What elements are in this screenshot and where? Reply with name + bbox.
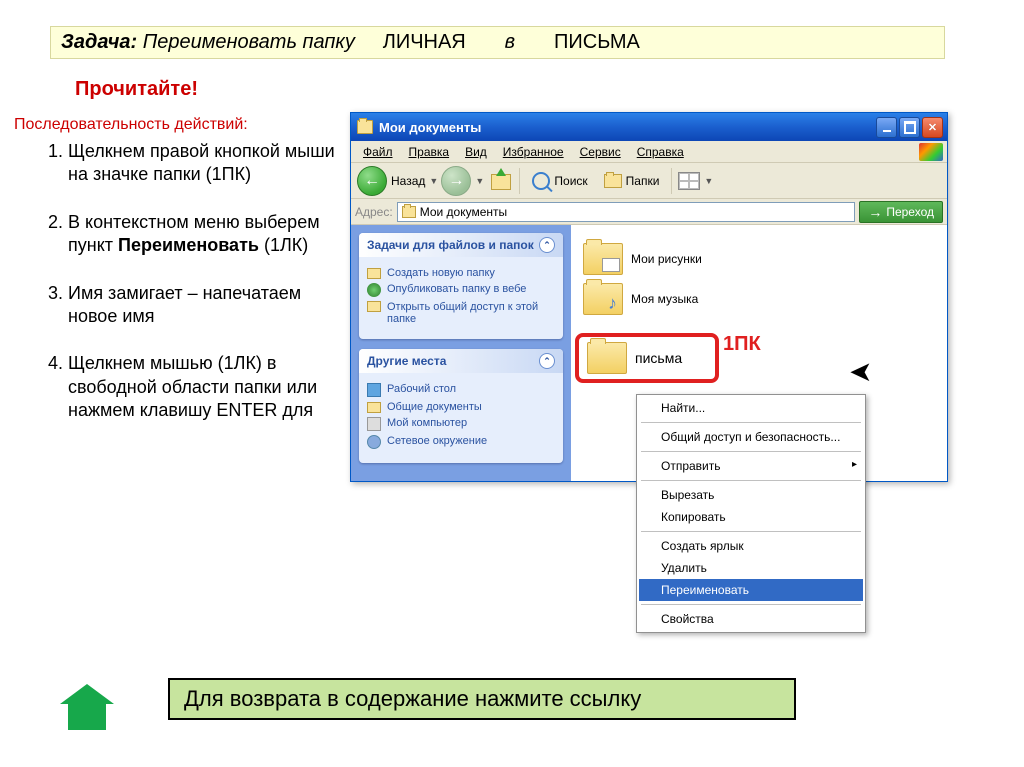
network-icon: [367, 435, 381, 449]
menu-favorites[interactable]: Избранное: [495, 143, 572, 161]
task-sep: в: [505, 31, 515, 53]
place-desktop[interactable]: Рабочий стол: [367, 383, 555, 397]
menu-help[interactable]: Справка: [629, 143, 692, 161]
home-icon[interactable]: [60, 684, 114, 732]
cm-security[interactable]: Общий доступ и безопасность...: [639, 426, 863, 448]
sequence-label: Последовательность действий:: [14, 116, 248, 134]
places-panel: Другие места ⌃ Рабочий стол Общие докуме…: [359, 349, 563, 463]
folders-button[interactable]: Папки: [598, 172, 666, 190]
folder-letters-highlighted[interactable]: письма: [575, 333, 719, 383]
cm-rename[interactable]: Переименовать: [639, 579, 863, 601]
globe-icon: [367, 283, 381, 297]
views-dropdown[interactable]: ▼: [704, 176, 712, 186]
search-icon: [532, 172, 550, 190]
places-panel-header[interactable]: Другие места ⌃: [359, 349, 563, 373]
task-label: Задача:: [61, 31, 137, 53]
titlebar[interactable]: Мои документы ✕: [351, 113, 947, 141]
cm-copy[interactable]: Копировать: [639, 506, 863, 528]
folder-icon: [367, 268, 381, 279]
menu-tools[interactable]: Сервис: [572, 143, 629, 161]
step-3: Имя замигает – напечатаем новое имя: [68, 282, 340, 329]
task-to: ПИСЬМА: [554, 31, 640, 53]
click-annotation: 1ПК: [723, 333, 761, 356]
cursor-icon: ➤: [849, 355, 872, 388]
arrow-icon: →: [868, 204, 882, 220]
desktop-icon: [367, 383, 381, 397]
cm-delete[interactable]: Удалить: [639, 557, 863, 579]
folder-icon: [583, 243, 623, 275]
folder-icon: [587, 342, 627, 374]
cm-shortcut[interactable]: Создать ярлык: [639, 535, 863, 557]
folder-icon: [402, 206, 416, 218]
windows-logo-icon: [919, 143, 943, 161]
toolbar: ← Назад ▼ → ▼ Поиск Папки ▼: [351, 163, 947, 199]
forward-dropdown[interactable]: ▼: [475, 176, 483, 186]
task-action: Переименовать папку: [143, 31, 355, 53]
go-button[interactable]: → Переход: [859, 201, 943, 223]
window-title: Мои документы: [379, 120, 481, 135]
task-create-folder[interactable]: Создать новую папку: [367, 267, 555, 279]
folder-icon: [367, 402, 381, 413]
place-network[interactable]: Сетевое окружение: [367, 435, 555, 449]
views-button[interactable]: [678, 172, 700, 190]
menu-view[interactable]: Вид: [457, 143, 495, 161]
computer-icon: [367, 417, 381, 431]
folder-icon: [357, 120, 373, 134]
context-menu: Найти... Общий доступ и безопасность... …: [636, 394, 866, 633]
cm-send[interactable]: Отправить: [639, 455, 863, 477]
search-button[interactable]: Поиск: [526, 170, 593, 192]
address-label: Адрес:: [355, 205, 393, 219]
tasks-panel-header[interactable]: Задачи для файлов и папок ⌃: [359, 233, 563, 257]
cm-cut[interactable]: Вырезать: [639, 484, 863, 506]
collapse-icon[interactable]: ⌃: [539, 237, 555, 253]
tasks-panel: Задачи для файлов и папок ⌃ Создать нову…: [359, 233, 563, 339]
cm-find[interactable]: Найти...: [639, 397, 863, 419]
forward-button[interactable]: →: [441, 166, 471, 196]
place-computer[interactable]: Мой компьютер: [367, 417, 555, 431]
cm-properties[interactable]: Свойства: [639, 608, 863, 630]
task-share[interactable]: Открыть общий доступ к этой папке: [367, 301, 555, 325]
minimize-button[interactable]: [876, 117, 897, 138]
task-from: ЛИЧНАЯ: [383, 31, 466, 53]
menubar: Файл Правка Вид Избранное Сервис Справка: [351, 141, 947, 163]
instruction-steps: Щелкнем правой кнопкой мыши на значке па…: [40, 140, 340, 447]
up-button[interactable]: [487, 168, 513, 194]
folder-my-music[interactable]: Моя музыка: [583, 283, 935, 315]
back-dropdown[interactable]: ▼: [429, 176, 437, 186]
back-button[interactable]: ←: [357, 166, 387, 196]
task-banner: Задача: Переименовать папку ЛИЧНАЯ в ПИС…: [50, 26, 945, 59]
maximize-button[interactable]: [899, 117, 920, 138]
step-4: Щелкнем мышью (1ЛК) в свободной области …: [68, 352, 340, 422]
folder-icon: [583, 283, 623, 315]
address-bar: Адрес: Мои документы → Переход: [351, 199, 947, 225]
back-label: Назад: [391, 174, 425, 188]
task-publish[interactable]: Опубликовать папку в вебе: [367, 283, 555, 297]
sidebar: Задачи для файлов и папок ⌃ Создать нову…: [351, 225, 571, 481]
menu-file[interactable]: Файл: [355, 143, 401, 161]
share-folder-icon: [367, 301, 381, 312]
close-button[interactable]: ✕: [922, 117, 943, 138]
folder-my-pictures[interactable]: Мои рисунки: [583, 243, 935, 275]
place-shared[interactable]: Общие документы: [367, 401, 555, 413]
address-input[interactable]: Мои документы: [397, 202, 856, 222]
read-heading: Прочитайте!: [75, 78, 198, 101]
step-2: В контекстном меню выберем пункт Переиме…: [68, 211, 340, 258]
step-1: Щелкнем правой кнопкой мыши на значке па…: [68, 140, 340, 187]
collapse-icon[interactable]: ⌃: [539, 353, 555, 369]
folder-icon: [604, 174, 622, 188]
menu-edit[interactable]: Правка: [401, 143, 458, 161]
footer-callout[interactable]: Для возврата в содержание нажмите ссылку: [168, 678, 796, 720]
